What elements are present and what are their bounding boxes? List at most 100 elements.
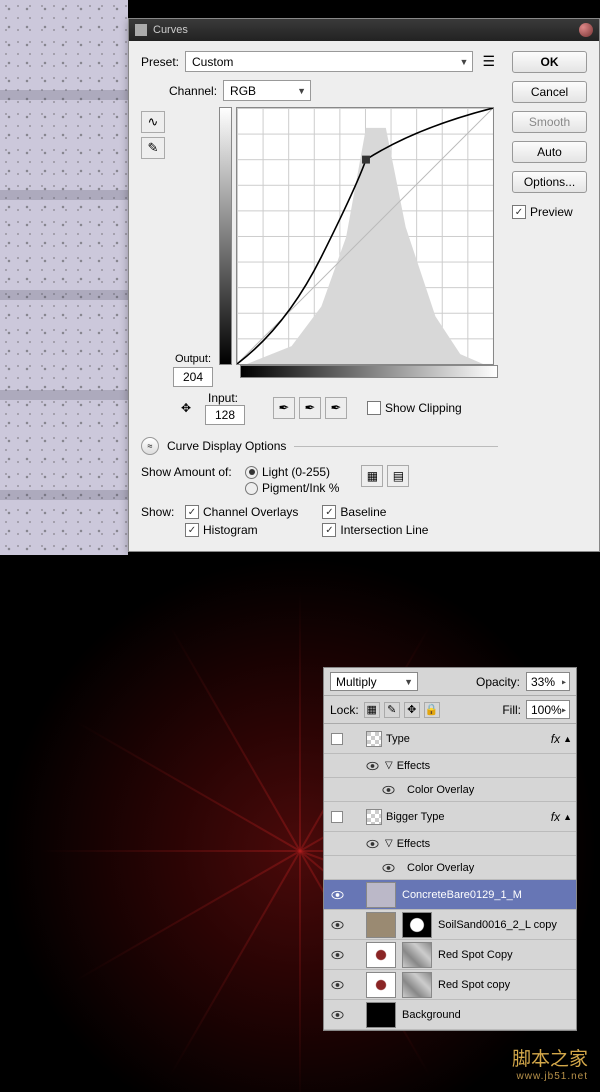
chevron-down-icon: ▼ — [460, 57, 469, 67]
curves-dialog: Curves Preset: Custom ▼ ☰ Channel: RGB ▼ — [128, 18, 600, 552]
ok-button[interactable]: OK — [512, 51, 587, 73]
color-overlay-row[interactable]: Color Overlay — [324, 778, 576, 802]
auto-button[interactable]: Auto — [512, 141, 587, 163]
show-amount-label: Show Amount of: — [141, 465, 239, 479]
layer-background[interactable]: Background — [324, 1000, 576, 1030]
eye-icon[interactable] — [331, 1010, 344, 1020]
options-button[interactable]: Options... — [512, 171, 587, 193]
color-overlay-row[interactable]: Color Overlay — [324, 856, 576, 880]
chevron-icon: ▸ — [562, 677, 566, 686]
layer-thumb — [366, 1002, 396, 1028]
expander-icon[interactable]: ▽ — [385, 760, 393, 771]
input-label: Input: — [205, 391, 241, 405]
watermark: 脚本之家 www.jb51.net — [512, 1044, 588, 1082]
effects-row[interactable]: ▽ Effects — [324, 754, 576, 778]
eye-icon[interactable] — [366, 761, 379, 771]
layer-redspot-2[interactable]: Red Spot copy — [324, 970, 576, 1000]
eye-icon[interactable] — [366, 839, 379, 849]
radio-pigment[interactable]: Pigment/Ink % — [245, 481, 339, 495]
eye-icon[interactable] — [331, 920, 344, 930]
curve-graph[interactable] — [236, 107, 494, 365]
close-icon[interactable] — [579, 23, 593, 37]
preset-select[interactable]: Custom ▼ — [185, 51, 473, 72]
display-options-label: Curve Display Options — [167, 439, 286, 453]
pencil-tool-icon[interactable]: ✎ — [141, 137, 165, 159]
output-label: Output: — [175, 353, 211, 365]
divider — [294, 446, 498, 447]
layer-type[interactable]: Type fx ▲ — [324, 724, 576, 754]
radio-light[interactable]: Light (0-255) — [245, 465, 339, 479]
chevron-down-icon: ▼ — [404, 677, 413, 687]
mask-thumb — [402, 972, 432, 998]
eyedropper-black-icon[interactable]: ✒ — [273, 397, 295, 419]
check-baseline[interactable]: ✓Baseline — [322, 505, 428, 519]
opacity-label: Opacity: — [476, 675, 520, 689]
lock-transparency-icon[interactable]: ▦ — [364, 702, 380, 718]
texture-preview-strip — [0, 0, 128, 555]
layer-thumb-icon — [366, 731, 382, 747]
collapse-toggle-icon[interactable]: ≈ — [141, 437, 159, 455]
fill-input[interactable]: 100% ▸ — [526, 700, 570, 719]
check-channel-overlays[interactable]: ✓Channel Overlays — [185, 505, 298, 519]
fx-badge: fx — [551, 810, 560, 824]
blend-mode-select[interactable]: Multiply ▼ — [330, 672, 418, 691]
visibility-checkbox[interactable] — [331, 733, 343, 745]
fx-badge: fx — [551, 732, 560, 746]
radio-on-icon — [245, 466, 258, 479]
eye-icon[interactable] — [382, 785, 395, 795]
horizontal-gradient[interactable] — [240, 365, 498, 378]
eyedropper-gray-icon[interactable]: ✒ — [299, 397, 321, 419]
layer-list: Type fx ▲ ▽ Effects Color Overlay Bigger… — [324, 724, 576, 1030]
layer-thumb — [366, 882, 396, 908]
check-histogram[interactable]: ✓Histogram — [185, 523, 298, 537]
eye-icon[interactable] — [331, 950, 344, 960]
curve-draw-tool[interactable]: ∿ — [141, 111, 165, 133]
preset-label: Preset: — [141, 55, 179, 69]
dialog-icon — [135, 24, 147, 36]
vertical-gradient[interactable] — [219, 107, 232, 365]
output-input[interactable]: 204 — [173, 367, 213, 387]
fill-label: Fill: — [502, 703, 521, 717]
mask-thumb — [402, 942, 432, 968]
layer-thumb — [366, 972, 396, 998]
lock-all-icon[interactable]: 🔒 — [424, 702, 440, 718]
preset-menu-icon[interactable]: ☰ — [479, 53, 498, 70]
lock-move-icon[interactable]: ✥ — [404, 702, 420, 718]
input-input[interactable]: 128 — [205, 405, 245, 425]
layer-soilsand[interactable]: SoilSand0016_2_L copy — [324, 910, 576, 940]
layer-concrete[interactable]: ConcreteBare0129_1_M — [324, 880, 576, 910]
dialog-title: Curves — [153, 24, 579, 36]
hand-tool-icon[interactable]: ✥ — [175, 397, 197, 419]
show-label: Show: — [141, 505, 179, 519]
layer-thumb — [366, 912, 396, 938]
layer-thumb — [366, 942, 396, 968]
collapse-icon[interactable]: ▲ — [563, 812, 572, 822]
opacity-input[interactable]: 33% ▸ — [526, 672, 570, 691]
collapse-icon[interactable]: ▲ — [563, 734, 572, 744]
mask-thumb — [402, 912, 432, 938]
dialog-titlebar[interactable]: Curves — [129, 19, 599, 41]
preview-checkbox[interactable]: ✓ — [512, 205, 526, 219]
check-intersection[interactable]: ✓Intersection Line — [322, 523, 428, 537]
eye-icon[interactable] — [331, 890, 344, 900]
cancel-button[interactable]: Cancel — [512, 81, 587, 103]
eyedropper-white-icon[interactable]: ✒ — [325, 397, 347, 419]
layer-thumb-icon — [366, 809, 382, 825]
visibility-checkbox[interactable] — [331, 811, 343, 823]
expander-icon[interactable]: ▽ — [385, 838, 393, 849]
show-clipping-row[interactable]: Show Clipping — [367, 401, 462, 415]
show-clipping-checkbox[interactable] — [367, 401, 381, 415]
layer-bigger-type[interactable]: Bigger Type fx ▲ — [324, 802, 576, 832]
preview-checkbox-row[interactable]: ✓ Preview — [512, 205, 587, 219]
layer-redspot-1[interactable]: Red Spot Copy — [324, 940, 576, 970]
chevron-down-icon: ▼ — [297, 86, 306, 96]
channel-select[interactable]: RGB ▼ — [223, 80, 311, 101]
eye-icon[interactable] — [331, 980, 344, 990]
chevron-icon: ▸ — [562, 705, 566, 714]
eye-icon[interactable] — [382, 863, 395, 873]
grid-large-icon[interactable]: ▤ — [387, 465, 409, 487]
grid-small-icon[interactable]: ▦ — [361, 465, 383, 487]
effects-row[interactable]: ▽ Effects — [324, 832, 576, 856]
lock-brush-icon[interactable]: ✎ — [384, 702, 400, 718]
smooth-button[interactable]: Smooth — [512, 111, 587, 133]
